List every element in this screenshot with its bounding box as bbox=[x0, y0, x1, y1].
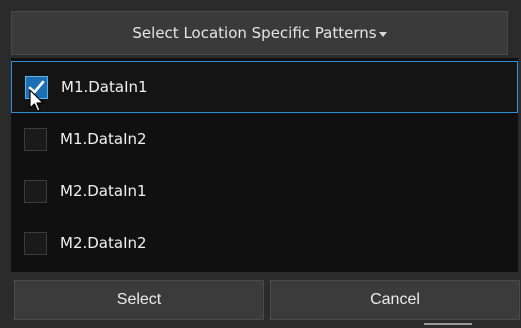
pattern-label: M1.DataIn2 bbox=[60, 130, 147, 148]
pattern-dropdown-header[interactable]: Select Location Specific Patterns bbox=[11, 11, 508, 55]
pattern-checkbox[interactable] bbox=[24, 231, 47, 255]
list-item-m2-datain1[interactable]: M2.DataIn1 bbox=[11, 165, 518, 217]
pattern-label: M1.DataIn1 bbox=[61, 78, 148, 96]
pattern-checkbox[interactable] bbox=[24, 179, 47, 203]
pattern-label: M2.DataIn2 bbox=[60, 234, 147, 252]
pattern-select-dialog: Select Location Specific Patterns M1.Dat… bbox=[0, 0, 521, 328]
pattern-label: M2.DataIn1 bbox=[60, 182, 147, 200]
dialog-title: Select Location Specific Patterns bbox=[132, 24, 377, 42]
pattern-list: M1.DataIn1 M1.DataIn2 M2.DataIn1 M2.Data… bbox=[11, 58, 518, 272]
cancel-button[interactable]: Cancel bbox=[270, 280, 520, 320]
dialog-footer: Select Cancel bbox=[11, 280, 520, 320]
pattern-checkbox[interactable] bbox=[24, 127, 47, 151]
pattern-checkbox-checked[interactable] bbox=[25, 75, 48, 99]
select-button[interactable]: Select bbox=[14, 280, 264, 320]
list-item-m2-datain2[interactable]: M2.DataIn2 bbox=[11, 217, 518, 269]
checkmark-icon bbox=[28, 80, 45, 93]
chevron-down-icon bbox=[378, 31, 387, 37]
divider bbox=[424, 323, 472, 325]
list-item-m1-datain2[interactable]: M1.DataIn2 bbox=[11, 113, 518, 165]
list-item-m1-datain1[interactable]: M1.DataIn1 bbox=[11, 61, 518, 113]
